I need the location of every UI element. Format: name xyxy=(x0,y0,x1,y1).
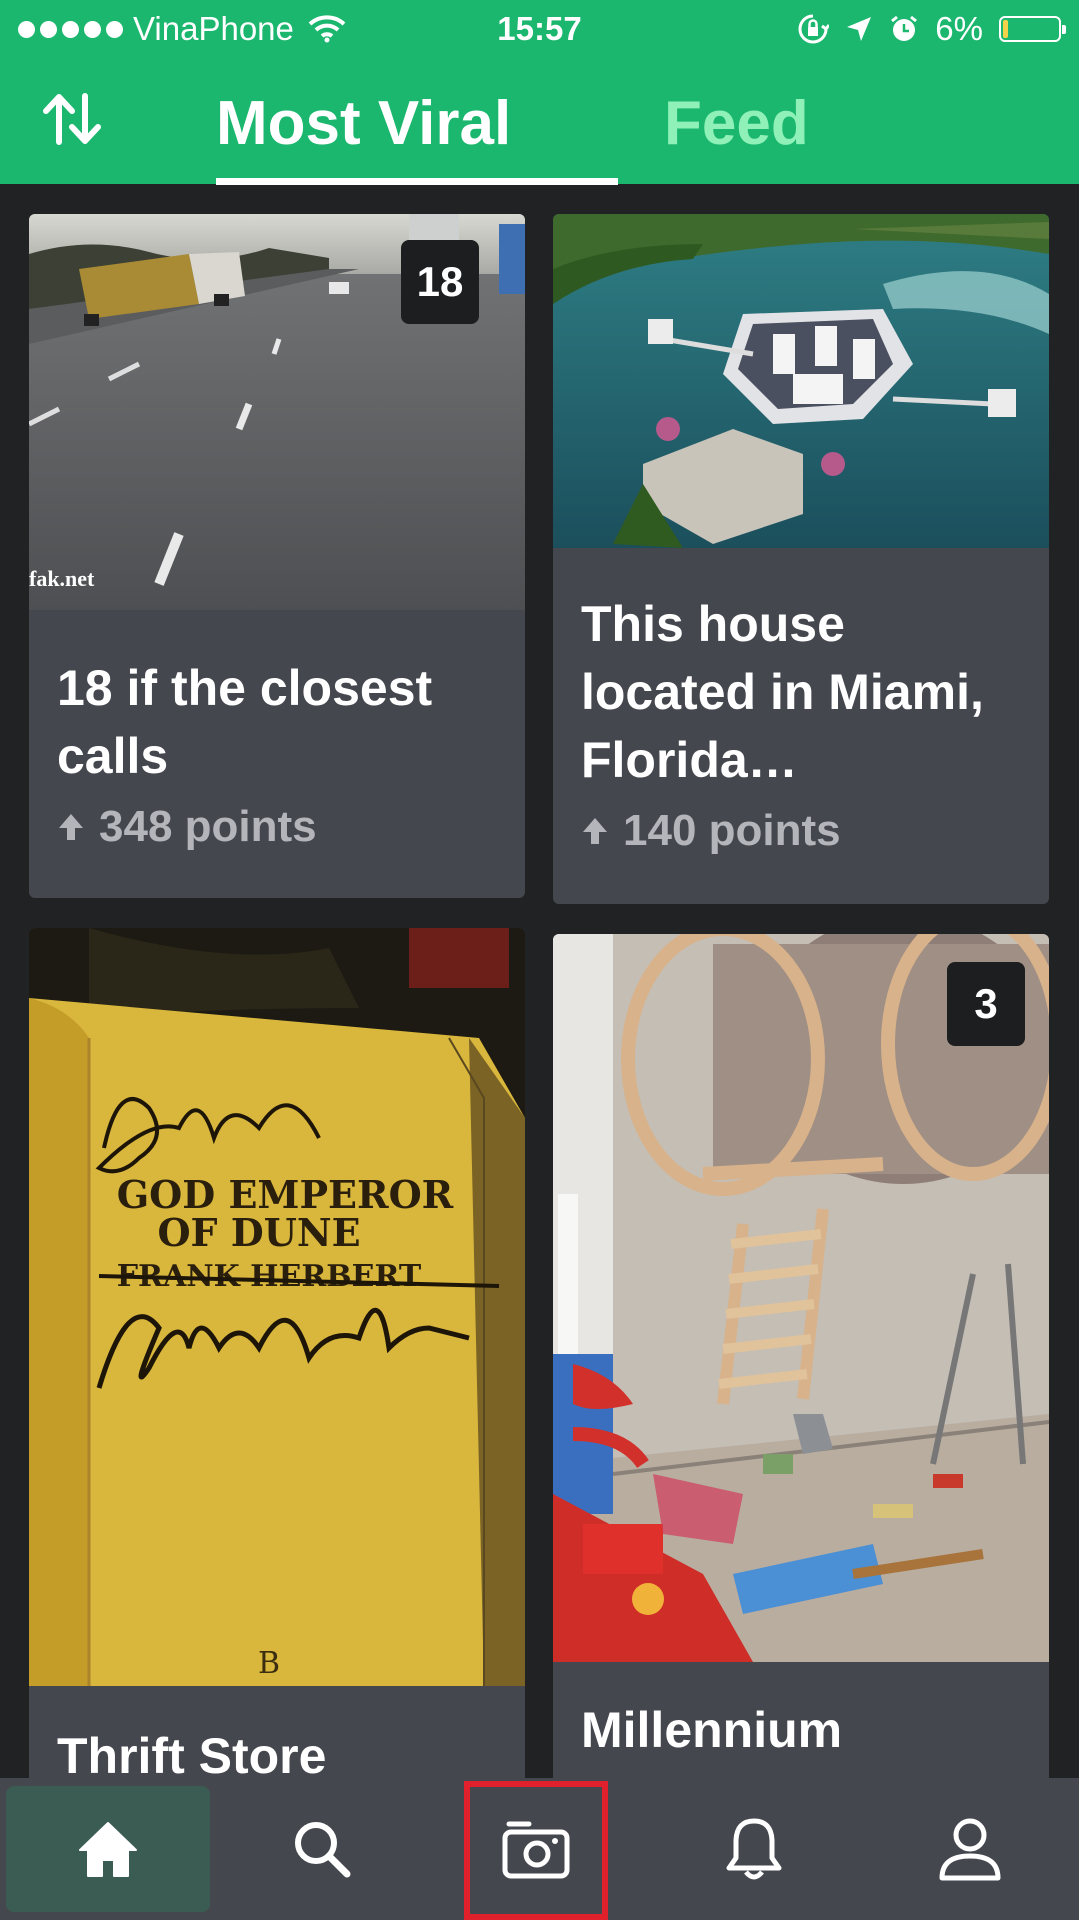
app-header: VinaPhone 15:57 6% Most Viral Feed xyxy=(0,0,1079,185)
post-thumbnail[interactable]: GOD EMPEROR OF DUNE FRANK HERBERT B xyxy=(29,928,525,1686)
sort-button[interactable] xyxy=(42,92,102,146)
home-icon xyxy=(79,1822,137,1877)
book-title-line2: OF DUNE xyxy=(157,1210,360,1255)
upvote-icon xyxy=(583,818,607,844)
battery-percent: 6% xyxy=(935,10,983,47)
post-title[interactable]: Millennium xyxy=(581,1696,1029,1764)
nav-notifications-button[interactable] xyxy=(654,1778,854,1920)
nav-search-button[interactable] xyxy=(222,1778,422,1920)
post-points: 348 points xyxy=(57,802,317,852)
post-title[interactable]: 18 if the closest calls xyxy=(57,654,505,790)
camera-highlight-box xyxy=(464,1781,608,1920)
user-icon xyxy=(939,1818,1001,1881)
tab-most-viral[interactable]: Most Viral xyxy=(216,84,576,164)
post-thumbnail[interactable] xyxy=(553,214,1049,548)
post-card[interactable]: GOD EMPEROR OF DUNE FRANK HERBERT B Thri… xyxy=(29,928,525,1808)
points-value: 348 points xyxy=(99,802,317,851)
post-card[interactable]: 3 Millennium xyxy=(553,934,1049,1808)
post-points: 140 points xyxy=(581,806,841,856)
post-card[interactable]: fak.net 18 18 if the closest calls 348 p… xyxy=(29,214,525,898)
location-arrow-icon xyxy=(847,17,872,41)
orientation-lock-icon xyxy=(798,14,830,44)
battery-icon xyxy=(999,16,1066,42)
nav-profile-button[interactable] xyxy=(870,1778,1070,1920)
watermark-text: fak.net xyxy=(29,566,95,591)
bell-icon xyxy=(726,1818,782,1880)
upvote-icon xyxy=(59,814,83,840)
sort-arrows-icon xyxy=(43,93,101,145)
active-tab-indicator xyxy=(216,178,618,185)
post-title[interactable]: This house located in Miami, Florida… xyxy=(581,590,1029,794)
points-value: 140 points xyxy=(623,806,841,855)
nav-home-button[interactable] xyxy=(6,1786,210,1912)
status-bar: VinaPhone 15:57 6% xyxy=(0,0,1079,60)
tab-feed[interactable]: Feed xyxy=(664,84,809,164)
post-card[interactable]: This house located in Miami, Florida… 14… xyxy=(553,214,1049,904)
search-icon xyxy=(295,1822,351,1878)
alarm-icon xyxy=(891,15,918,41)
image-count-badge: 3 xyxy=(947,962,1025,1046)
image-count-badge: 18 xyxy=(401,240,479,324)
svg-text:B: B xyxy=(258,1646,280,1681)
